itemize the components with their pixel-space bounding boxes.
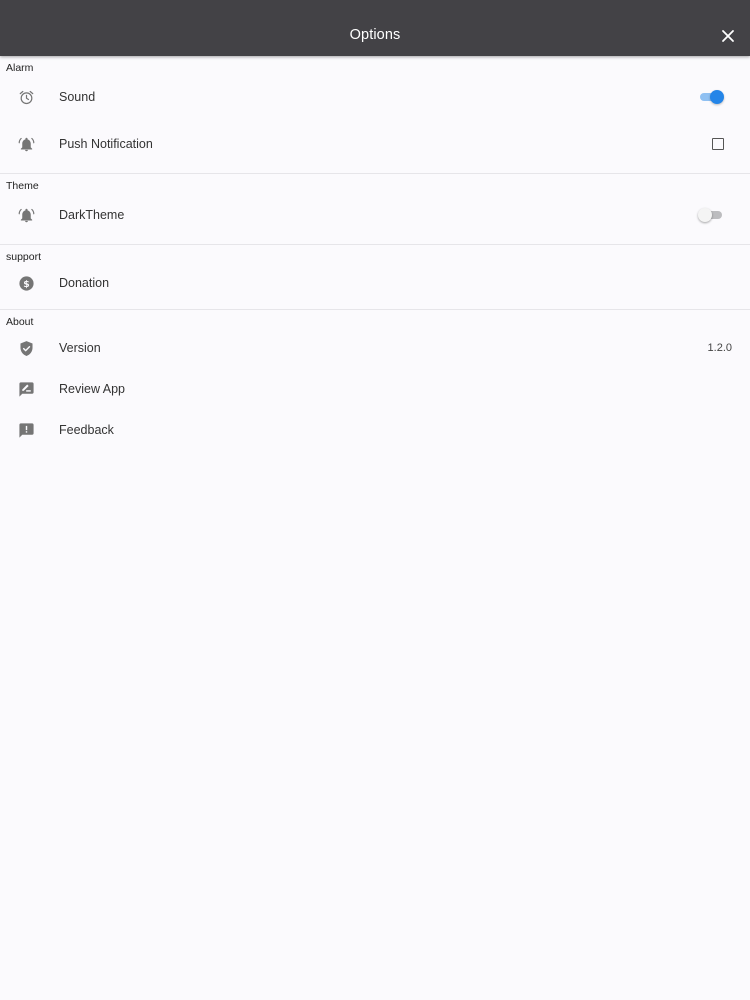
- donation-label: Donation: [59, 276, 110, 290]
- dark-theme-label: DarkTheme: [59, 208, 125, 222]
- push-notification-label: Push Notification: [59, 137, 153, 151]
- settings-row-review-app[interactable]: Review App: [0, 369, 750, 409]
- feedback-icon: [18, 422, 35, 439]
- settings-row-sound[interactable]: Sound: [0, 77, 750, 117]
- section-header-about: About: [6, 316, 34, 328]
- version-label: Version: [59, 341, 101, 355]
- settings-row-dark-theme[interactable]: DarkTheme: [0, 195, 750, 235]
- section-header-support: support: [6, 251, 42, 263]
- settings-row-version[interactable]: Version 1.2.0: [0, 328, 750, 368]
- settings-row-donation[interactable]: $ Donation: [0, 263, 750, 303]
- settings-row-push-notification[interactable]: Push Notification: [0, 124, 750, 164]
- bell-ring-icon: [18, 207, 35, 224]
- svg-text:$: $: [23, 279, 29, 290]
- page-title: Options: [349, 27, 401, 43]
- sound-toggle[interactable]: [698, 90, 724, 104]
- version-value: 1.2.0: [707, 342, 732, 354]
- shield-check-icon: [18, 340, 35, 357]
- top-app-bar: Options: [0, 0, 750, 56]
- section-divider: [0, 244, 750, 245]
- settings-row-feedback[interactable]: Feedback: [0, 410, 750, 450]
- section-header-theme: Theme: [6, 180, 39, 192]
- feedback-label: Feedback: [59, 423, 114, 437]
- rate-review-icon: [18, 381, 35, 398]
- section-header-alarm: Alarm: [6, 62, 34, 74]
- alarm-clock-icon: [18, 89, 35, 106]
- close-button[interactable]: [716, 24, 740, 48]
- close-icon: [722, 30, 734, 42]
- push-notification-checkbox[interactable]: [712, 138, 724, 150]
- bell-ring-icon: [18, 136, 35, 153]
- dark-theme-toggle-knob: [698, 208, 712, 222]
- sound-toggle-knob: [710, 90, 724, 104]
- dark-theme-toggle[interactable]: [698, 208, 724, 222]
- review-app-label: Review App: [59, 382, 126, 396]
- sound-label: Sound: [59, 90, 96, 104]
- dollar-circle-icon: $: [18, 275, 35, 292]
- section-divider: [0, 173, 750, 174]
- section-divider: [0, 309, 750, 310]
